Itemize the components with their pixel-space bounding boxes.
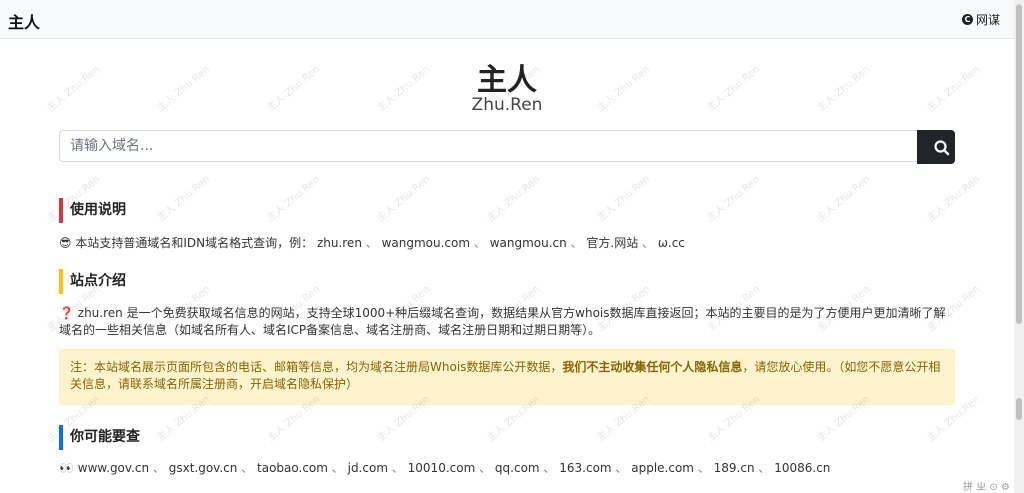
suggested-domain-link[interactable]: www.gov.cn xyxy=(78,461,149,475)
separator: 、 xyxy=(539,461,560,475)
suggested-domain-link[interactable]: 189.cn xyxy=(714,461,755,475)
c-circle-icon: C xyxy=(961,14,973,25)
suggested-domain-link[interactable]: apple.com xyxy=(631,461,694,475)
separator: 、 xyxy=(327,461,348,475)
eyes-emoji-icon: 👀 xyxy=(59,461,74,475)
usage-intro: 本站支持普通域名和IDN域名格式查询，例： xyxy=(75,236,314,250)
brand-logo[interactable]: 主人 xyxy=(8,9,40,33)
example-domain-link[interactable]: wangmou.com xyxy=(382,236,470,250)
separator: 、 xyxy=(475,461,495,475)
separator: 、 xyxy=(611,461,632,475)
example-domain-link[interactable]: wangmou.cn xyxy=(490,236,567,250)
watermark-text: 主人 Zhu.Ren xyxy=(485,173,543,225)
notice-prefix: 注：本站域名展示页面所包含的电话、邮箱等信息，均为域名注册局Whois数据库公开… xyxy=(70,360,563,374)
nav-link-wangmou[interactable]: C 网谋 xyxy=(961,11,1000,28)
example-domain-link[interactable]: ω.cc xyxy=(658,236,685,250)
example-domain-link[interactable]: 官方.网站 xyxy=(586,236,638,250)
watermark-text: 主人 Zhu.Ren xyxy=(595,173,653,225)
watermark-text: 主人 Zhu.Ren xyxy=(375,173,433,225)
about-heading: 站点介绍 xyxy=(59,269,126,294)
question-mark-icon: ❓ xyxy=(59,306,74,320)
suggested-domain-link[interactable]: 163.com xyxy=(559,461,611,475)
suggested-domain-link[interactable]: jd.com xyxy=(348,461,388,475)
scrollbar-thumb-secondary[interactable] xyxy=(1016,398,1022,420)
watermark-text: 主人 Zhu.Ren xyxy=(155,173,213,225)
domain-search-form xyxy=(59,130,955,164)
separator: 、 xyxy=(149,461,169,475)
page-title: 主人 xyxy=(477,63,537,98)
privacy-notice-alert: 注：本站域名展示页面所包含的电话、邮箱等信息，均为域名注册局Whois数据库公开… xyxy=(59,349,955,405)
suggested-domain-link[interactable]: gsxt.gov.cn xyxy=(169,461,238,475)
separator: 、 xyxy=(470,236,490,250)
suggested-domain-link[interactable]: 10086.cn xyxy=(774,461,830,475)
search-icon xyxy=(934,140,950,156)
scrollbar-thumb[interactable] xyxy=(1016,4,1022,324)
domain-search-input[interactable] xyxy=(59,130,917,162)
search-button[interactable] xyxy=(917,130,955,164)
watermark-text: 主人 Zhu.Ren xyxy=(815,173,873,225)
suggested-domain-link[interactable]: taobao.com xyxy=(257,461,328,475)
separator: 、 xyxy=(754,461,775,475)
maybe-domains: www.gov.cn 、 gsxt.gov.cn 、 taobao.com 、 … xyxy=(78,461,831,475)
ime-indicator: 拼 ㄓ ⊙ ⚙ xyxy=(963,482,1010,493)
usage-text: 😎 本站支持普通域名和IDN域名格式查询，例： zhu.ren 、 wangmo… xyxy=(59,235,955,252)
nav-link-label: 网谋 xyxy=(975,13,1000,27)
about-text: ❓ zhu.ren 是一个免费获取域名信息的网站，支持全球1000+种后缀域名查… xyxy=(59,305,955,339)
notice-bold: 我们不主动收集任何个人隐私信息 xyxy=(562,360,743,374)
separator: 、 xyxy=(638,236,658,250)
separator: 、 xyxy=(694,461,714,475)
suggested-domain-link[interactable]: qq.com xyxy=(495,461,540,475)
page-scrollbar[interactable] xyxy=(1014,0,1024,493)
sunglasses-emoji-icon: 😎 xyxy=(59,236,72,250)
usage-heading: 使用说明 xyxy=(59,198,126,223)
example-domain-link[interactable]: zhu.ren xyxy=(317,236,362,250)
maybe-list: 👀 www.gov.cn 、 gsxt.gov.cn 、 taobao.com … xyxy=(59,460,955,477)
watermark-text: 主人 Zhu.Ren xyxy=(705,173,763,225)
separator: 、 xyxy=(237,461,258,475)
separator: 、 xyxy=(388,461,408,475)
suggested-domain-link[interactable]: 10010.com xyxy=(408,461,476,475)
separator: 、 xyxy=(361,236,382,250)
watermark-text: 主人 Zhu.Ren xyxy=(925,173,983,225)
separator: 、 xyxy=(566,236,587,250)
maybe-heading: 你可能要查 xyxy=(59,425,140,450)
about-paragraph: zhu.ren 是一个免费获取域名信息的网站，支持全球1000+种后缀域名查询，… xyxy=(59,306,946,337)
top-navbar: 主人 C 网谋 xyxy=(0,0,1014,39)
page-subtitle: Zhu.Ren xyxy=(471,95,543,115)
watermark-text: 主人 Zhu.Ren xyxy=(265,173,323,225)
usage-examples: zhu.ren 、 wangmou.com 、 wangmou.cn 、 官方.… xyxy=(317,236,685,250)
